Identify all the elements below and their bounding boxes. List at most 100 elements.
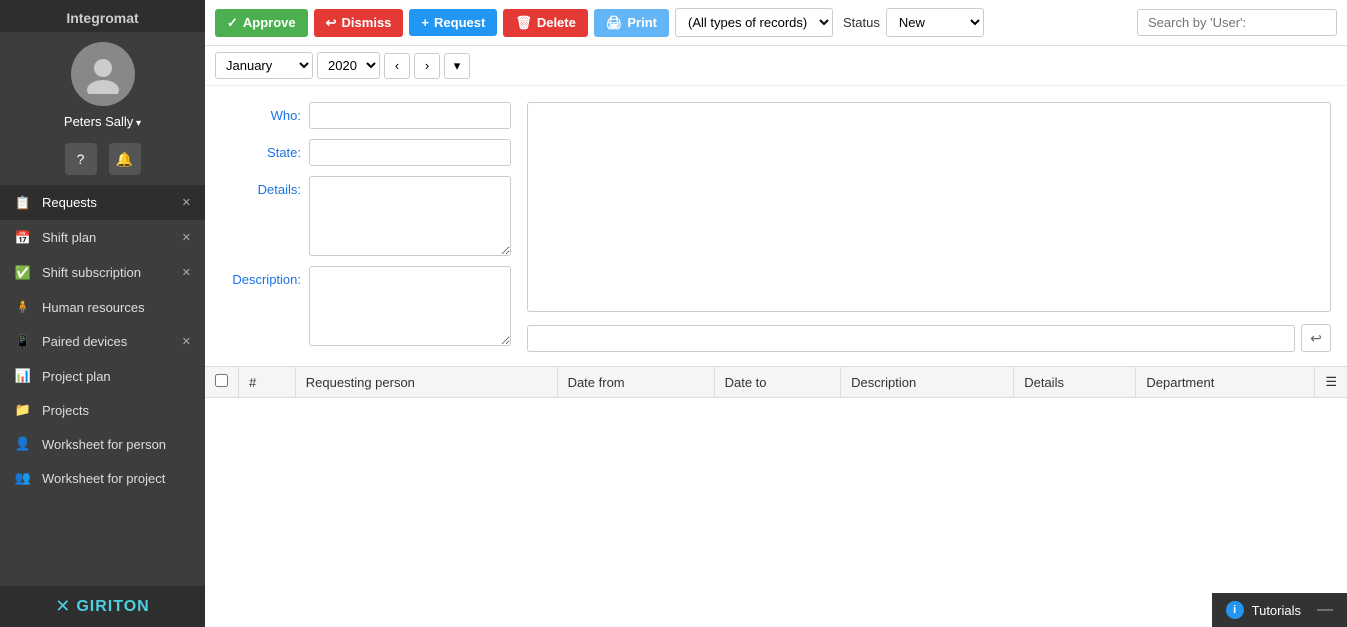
sidebar-item-requests[interactable]: 📋 Requests ✕ xyxy=(0,185,205,220)
logo-icon: ✕ xyxy=(55,596,70,617)
sidebar-item-worksheet-project[interactable]: 👥 Worksheet for project xyxy=(0,461,205,495)
sidebar-item-shift-plan[interactable]: 📅 Shift plan ✕ xyxy=(0,220,205,255)
status-select[interactable]: New Approved Dismissed xyxy=(886,8,984,37)
close-shift-sub-icon[interactable]: ✕ xyxy=(178,264,195,281)
dismiss-label: Dismiss xyxy=(342,15,392,30)
year-select[interactable]: 2019202020212022 xyxy=(317,52,380,79)
plus-icon: + xyxy=(421,15,429,30)
col-description: Description xyxy=(841,367,1014,398)
dismiss-button[interactable]: ↩ Dismiss xyxy=(314,9,404,37)
sidebar-item-label: Worksheet for project xyxy=(42,471,165,486)
description-row: Description: xyxy=(221,266,511,346)
paired-devices-icon: 📱 xyxy=(12,334,34,350)
reply-button[interactable]: ↩ xyxy=(1301,324,1331,352)
table-header-row: # Requesting person Date from Date to De… xyxy=(205,367,1347,398)
select-all-checkbox[interactable] xyxy=(215,374,228,387)
print-icon: 🖨 xyxy=(606,15,623,31)
sidebar-item-project-plan[interactable]: 📊 Project plan xyxy=(0,359,205,393)
close-shift-plan-icon[interactable]: ✕ xyxy=(178,229,195,246)
sidebar-item-worksheet-person[interactable]: 👤 Worksheet for person xyxy=(0,427,205,461)
status-label: Status xyxy=(843,15,880,30)
trash-icon: 🗑 xyxy=(515,15,532,31)
col-details: Details xyxy=(1014,367,1136,398)
details-label: Details: xyxy=(221,176,301,197)
col-department: Department xyxy=(1136,367,1315,398)
form-right-panel xyxy=(527,102,1331,312)
approve-button[interactable]: ✓ Approve xyxy=(215,9,308,37)
sidebar-footer: ✕ GIRITON xyxy=(0,586,205,627)
form-left: Who: State: Details: Description: xyxy=(221,102,511,352)
sidebar-item-projects[interactable]: 📁 Projects xyxy=(0,393,205,427)
sidebar-nav: 📋 Requests ✕ 📅 Shift plan ✕ ✅ Shift subs… xyxy=(0,185,205,586)
state-row: State: xyxy=(221,139,511,166)
sidebar-item-label: Shift plan xyxy=(42,230,96,245)
state-input[interactable] xyxy=(309,139,511,166)
date-nav: JanuaryFebruaryMarch AprilMayJune JulyAu… xyxy=(205,46,1347,86)
print-button[interactable]: 🖨 Print xyxy=(594,9,669,37)
expand-date-button[interactable]: ▾ xyxy=(444,53,470,79)
month-select[interactable]: JanuaryFebruaryMarch AprilMayJune JulyAu… xyxy=(215,52,313,79)
sidebar-item-paired-devices[interactable]: 📱 Paired devices ✕ xyxy=(0,324,205,359)
toolbar: ✓ Approve ↩ Dismiss + Request 🗑 Delete 🖨… xyxy=(205,0,1347,46)
record-type-select[interactable]: (All types of records) Vacation Sick lea… xyxy=(675,8,833,37)
col-number: # xyxy=(239,367,296,398)
col-date-from: Date from xyxy=(557,367,714,398)
requests-table: # Requesting person Date from Date to De… xyxy=(205,367,1347,398)
sidebar-item-label: Worksheet for person xyxy=(42,437,166,452)
approve-label: Approve xyxy=(243,15,296,30)
tutorials-label: Tutorials xyxy=(1252,603,1301,618)
worksheet-project-icon: 👥 xyxy=(12,470,34,486)
sidebar-item-human-resources[interactable]: 🧍 Human resources xyxy=(0,290,205,324)
comment-row: ↩ xyxy=(527,324,1331,352)
col-menu[interactable]: ☰ xyxy=(1315,367,1347,398)
user-action-icons: ? 🔔 xyxy=(0,137,205,185)
comment-input[interactable] xyxy=(527,325,1295,352)
notification-button[interactable]: 🔔 xyxy=(109,143,141,175)
delete-label: Delete xyxy=(537,15,576,30)
next-date-button[interactable]: › xyxy=(414,53,440,79)
sidebar: Integromat Peters Sally ? 🔔 📋 Requests ✕… xyxy=(0,0,205,627)
close-requests-icon[interactable]: ✕ xyxy=(178,194,195,211)
close-paired-devices-icon[interactable]: ✕ xyxy=(178,333,195,350)
sidebar-item-label: Requests xyxy=(42,195,97,210)
worksheet-person-icon: 👤 xyxy=(12,436,34,452)
search-input[interactable] xyxy=(1137,9,1337,36)
requests-icon: 📋 xyxy=(12,195,34,211)
sidebar-item-label: Project plan xyxy=(42,369,111,384)
dismiss-icon: ↩ xyxy=(326,15,337,31)
project-plan-icon: 📊 xyxy=(12,368,34,384)
form-right: ↩ xyxy=(527,102,1331,352)
main-content: ✓ Approve ↩ Dismiss + Request 🗑 Delete 🖨… xyxy=(205,0,1347,627)
logo-text: GIRITON xyxy=(76,598,149,616)
col-checkbox xyxy=(205,367,239,398)
details-row: Details: xyxy=(221,176,511,256)
col-date-to: Date to xyxy=(714,367,841,398)
user-profile: Peters Sally xyxy=(0,32,205,137)
prev-date-button[interactable]: ‹ xyxy=(384,53,410,79)
tutorials-icon: i xyxy=(1226,601,1244,619)
shift-plan-icon: 📅 xyxy=(12,230,34,246)
sidebar-item-label: Paired devices xyxy=(42,334,127,349)
col-requesting-person: Requesting person xyxy=(295,367,557,398)
state-label: State: xyxy=(221,139,301,160)
delete-button[interactable]: 🗑 Delete xyxy=(503,9,588,37)
sidebar-item-label: Projects xyxy=(42,403,89,418)
projects-icon: 📁 xyxy=(12,402,34,418)
print-label: Print xyxy=(627,15,657,30)
form-area: Who: State: Details: Description: ↩ xyxy=(205,86,1347,362)
table-area: # Requesting person Date from Date to De… xyxy=(205,366,1347,627)
description-textarea[interactable] xyxy=(309,266,511,346)
who-row: Who: xyxy=(221,102,511,129)
sidebar-item-label: Human resources xyxy=(42,300,145,315)
who-input[interactable] xyxy=(309,102,511,129)
details-textarea[interactable] xyxy=(309,176,511,256)
approve-icon: ✓ xyxy=(227,15,238,31)
tutorials-close-icon[interactable]: — xyxy=(1317,601,1333,619)
request-label: Request xyxy=(434,15,485,30)
tutorials-bar[interactable]: i Tutorials — xyxy=(1212,593,1347,627)
human-resources-icon: 🧍 xyxy=(12,299,34,315)
help-button[interactable]: ? xyxy=(65,143,97,175)
user-name[interactable]: Peters Sally xyxy=(64,114,141,129)
request-button[interactable]: + Request xyxy=(409,9,497,36)
sidebar-item-shift-subscription[interactable]: ✅ Shift subscription ✕ xyxy=(0,255,205,290)
